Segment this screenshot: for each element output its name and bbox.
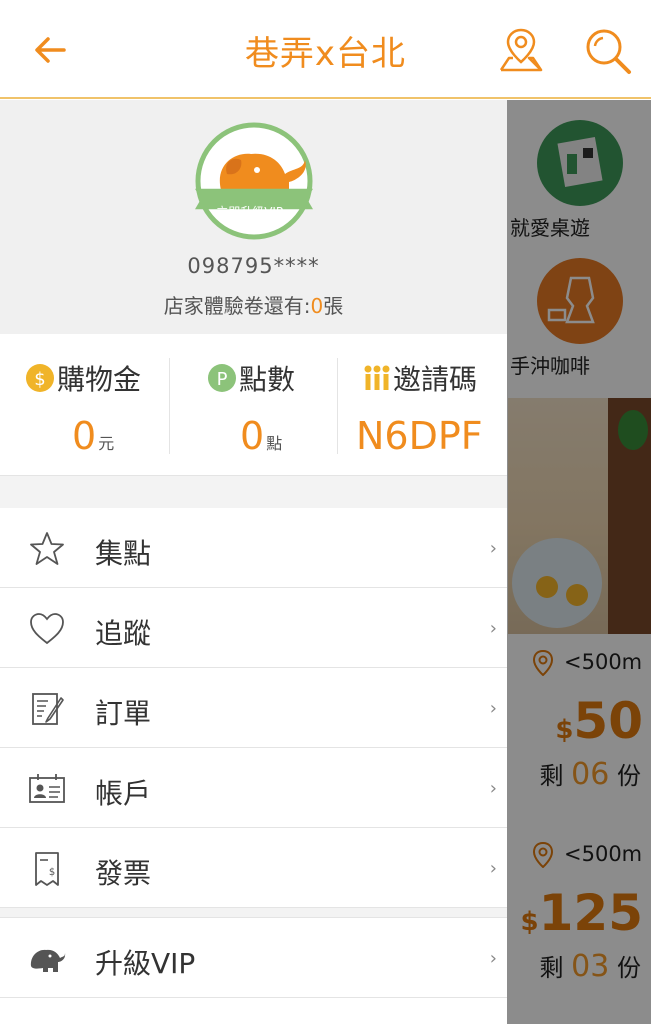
phone-number: 098795****	[187, 254, 320, 278]
menu-item-follow[interactable]: 追蹤 ›	[0, 588, 507, 668]
credit-unit: 元	[98, 434, 115, 453]
points-label: 點數	[239, 363, 296, 396]
points-stat[interactable]: P 點數 0點	[170, 334, 339, 476]
receipt-icon: $	[35, 852, 59, 886]
menu-item-points[interactable]: 集點 ›	[0, 508, 507, 588]
credit-label: 購物金	[57, 363, 142, 396]
order-document-icon	[32, 693, 64, 725]
invite-label-wrap: 邀請碼	[362, 358, 477, 398]
chevron-right-icon: ›	[489, 538, 497, 559]
svg-text:$: $	[49, 867, 55, 878]
points-coin-icon: P	[208, 364, 236, 392]
search-icon[interactable]	[583, 26, 633, 76]
people-icon	[362, 364, 390, 392]
vip-badge-text: 立即升級VIP ›	[216, 204, 292, 219]
page-title: 巷弄x台北	[244, 34, 407, 74]
top-bar: 巷弄x台北	[0, 0, 651, 99]
menu-item-account[interactable]: 帳戶 ›	[0, 748, 507, 828]
side-drawer: 立即升級VIP › 098795**** 店家體驗卷還有:0張 $ 購物金 0元 …	[0, 100, 507, 1024]
chevron-right-icon: ›	[489, 618, 497, 639]
menu-item-upgrade-vip[interactable]: 升級VIP ›	[0, 918, 507, 998]
stats-panel: $ 購物金 0元 P 點數 0點 邀請碼 N6DPF	[0, 334, 507, 476]
points-value: 0	[240, 414, 265, 458]
menu-label: 發票	[95, 857, 152, 890]
svg-text:P: P	[217, 369, 228, 390]
menu-item-invoice[interactable]: $ 發票 ›	[0, 828, 507, 908]
points-value-wrap: 0點	[240, 414, 282, 458]
invite-label: 邀請碼	[393, 363, 478, 396]
account-card-icon	[29, 774, 65, 803]
chevron-right-icon: ›	[489, 858, 497, 879]
voucher-count: 0	[310, 294, 324, 318]
chevron-right-icon: ›	[489, 948, 497, 969]
credit-label-wrap: $ 購物金	[26, 358, 141, 398]
points-unit: 點	[266, 434, 283, 453]
menu-label: 追蹤	[95, 617, 152, 650]
points-label-wrap: P 點數	[208, 358, 295, 398]
map-pin-icon[interactable]	[497, 26, 545, 74]
heart-icon	[30, 613, 64, 645]
voucher-prefix: 店家體驗卷還有:	[163, 294, 311, 318]
chevron-right-icon: ›	[489, 778, 497, 799]
credit-value: 0	[72, 414, 97, 458]
profile-section: 立即升級VIP › 098795**** 店家體驗卷還有:0張	[0, 100, 507, 334]
elephant-icon	[30, 949, 66, 972]
invite-stat[interactable]: 邀請碼 N6DPF	[338, 334, 507, 476]
drawer-scrim[interactable]	[507, 100, 651, 1024]
section-separator	[0, 908, 507, 918]
menu-label: 升級VIP	[95, 947, 196, 980]
menu-label: 集點	[95, 537, 152, 570]
credit-value-wrap: 0元	[72, 414, 114, 458]
section-gap	[0, 476, 507, 508]
voucher-info: 店家體驗卷還有:0張	[0, 290, 507, 319]
svg-text:$: $	[34, 369, 45, 390]
credit-stat[interactable]: $ 購物金 0元	[0, 334, 169, 476]
elephant-avatar-icon[interactable]: 立即升級VIP ›	[193, 122, 315, 240]
drawer-menu: 集點 › 追蹤 › 訂單 › 帳戶 › $ 發票 › 升級VIP ›	[0, 508, 507, 998]
menu-label: 帳戶	[95, 777, 152, 810]
menu-label: 訂單	[95, 697, 152, 730]
dollar-coin-icon: $	[26, 364, 54, 392]
star-icon	[30, 532, 64, 565]
invite-code[interactable]: N6DPF	[356, 414, 483, 458]
menu-item-orders[interactable]: 訂單 ›	[0, 668, 507, 748]
chevron-right-icon: ›	[489, 698, 497, 719]
voucher-suffix: 張	[323, 294, 344, 318]
